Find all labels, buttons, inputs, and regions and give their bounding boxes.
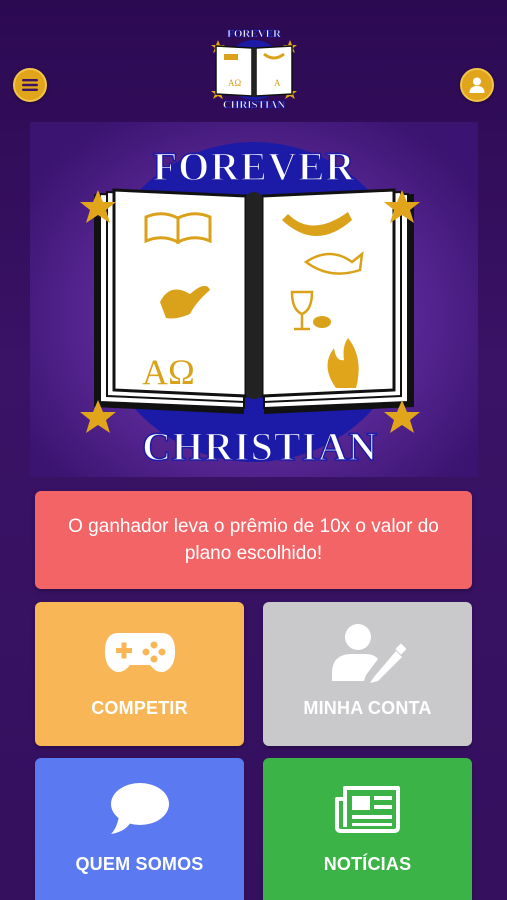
minha-conta-label: MINHA CONTA <box>303 698 432 718</box>
prize-banner: O ganhador leva o prêmio de 10x o valor … <box>35 491 472 589</box>
alpha-omega-icon: ΑΩ <box>142 352 195 392</box>
header-logo: ΑΩ A FOREVER CHRISTIAN <box>211 28 297 111</box>
user-icon <box>469 77 485 93</box>
competir-label: COMPETIR <box>91 698 188 718</box>
menu-button[interactable] <box>13 68 47 102</box>
prize-banner-text: O ganhador leva o prêmio de 10x o valor … <box>68 516 439 564</box>
header-logo-top-text: FOREVER <box>227 28 282 40</box>
hamburger-menu-icon <box>22 79 38 91</box>
speech-bubble-icon <box>110 783 169 834</box>
app-screen: ΑΩ A FOREVER CHRISTIAN ΑΩ FOREVER CHRIST… <box>0 0 507 900</box>
hero-logo: ΑΩ FOREVER CHRISTIAN <box>80 142 420 470</box>
hero-logo-top-text: FOREVER <box>153 144 356 189</box>
newspaper-icon <box>334 786 400 833</box>
hero-logo-area: ΑΩ FOREVER CHRISTIAN <box>30 122 478 477</box>
noticias-button[interactable]: NOTÍCIAS <box>263 758 472 900</box>
gamepad-icon <box>104 633 175 673</box>
svg-text:ΑΩ: ΑΩ <box>228 78 241 88</box>
header: ΑΩ A FOREVER CHRISTIAN <box>0 0 507 118</box>
svg-text:A: A <box>274 78 281 88</box>
noticias-label: NOTÍCIAS <box>323 854 412 874</box>
quem-somos-button[interactable]: QUEM SOMOS <box>35 758 244 900</box>
minha-conta-button[interactable]: MINHA CONTA <box>263 602 472 746</box>
hero-logo-bottom-text: CHRISTIAN <box>142 424 378 469</box>
user-edit-icon <box>331 624 406 683</box>
competir-button[interactable]: COMPETIR <box>35 602 244 746</box>
profile-button[interactable] <box>460 68 494 102</box>
quem-somos-label: QUEM SOMOS <box>75 854 204 874</box>
header-logo-bottom-text: CHRISTIAN <box>223 99 285 111</box>
